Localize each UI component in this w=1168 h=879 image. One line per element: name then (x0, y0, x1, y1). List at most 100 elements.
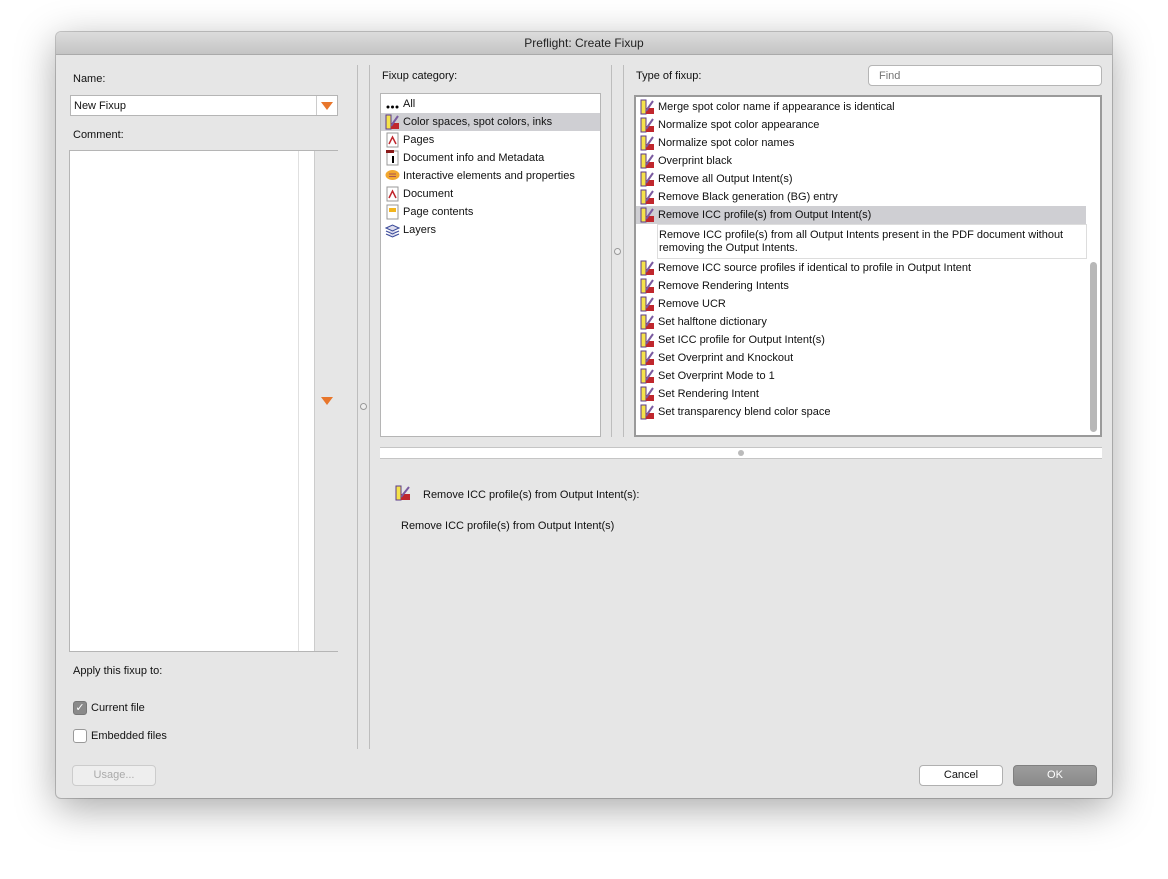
category-item-label: Document (403, 188, 454, 200)
category-item-label: Page contents (403, 206, 474, 218)
pdf-icon (385, 132, 400, 148)
category-item[interactable]: Layers (381, 221, 600, 239)
fixup-type-label: Set transparency blend color space (658, 406, 831, 418)
category-item-label: Layers (403, 224, 437, 236)
comment-label: Comment: (73, 129, 124, 141)
category-item[interactable]: Page contents (381, 203, 600, 221)
usage-button[interactable]: Usage... (72, 765, 156, 786)
fixup-type-label: Remove ICC profile(s) from Output Intent… (658, 209, 872, 221)
category-item-label: Interactive elements and properties (403, 170, 575, 182)
dialog-title: Preflight: Create Fixup (56, 32, 1112, 55)
color-fixup-icon (395, 485, 410, 501)
fixup-type-label: Set halftone dictionary (658, 316, 767, 328)
color-fixup-icon (640, 153, 655, 169)
fixup-type-item[interactable]: Set ICC profile for Output Intent(s) (636, 331, 1086, 349)
comment-icon (385, 168, 400, 184)
pdf-icon (385, 186, 400, 202)
cancel-button[interactable]: Cancel (919, 765, 1003, 786)
color-fixup-icon (640, 260, 655, 276)
category-item[interactable]: Document info and Metadata (381, 149, 600, 167)
category-item[interactable]: Pages (381, 131, 600, 149)
current-file-checkbox[interactable]: ✓ (73, 701, 87, 715)
fixup-type-item[interactable]: Overprint black (636, 152, 1086, 170)
embedded-files-checkbox[interactable] (73, 729, 87, 743)
fixup-type-item[interactable]: Remove all Output Intent(s) (636, 170, 1086, 188)
fixup-type-item[interactable]: Set Overprint and Knockout (636, 349, 1086, 367)
fixup-type-item[interactable]: Set Overprint Mode to 1 (636, 367, 1086, 385)
category-item-label: Document info and Metadata (403, 152, 545, 164)
fixup-type-label: Remove UCR (658, 298, 726, 310)
fixup-type-label: Set ICC profile for Output Intent(s) (658, 334, 825, 346)
fixup-type-item[interactable]: Set halftone dictionary (636, 313, 1086, 331)
color-fixup-icon (640, 135, 655, 151)
name-label: Name: (73, 73, 106, 85)
color-fixup-icon (640, 278, 655, 294)
scrollbar-thumb[interactable] (1090, 262, 1097, 432)
fixup-type-item[interactable]: Remove Black generation (BG) entry (636, 188, 1086, 206)
category-list[interactable]: All Color spaces, spot colors, inks Pages D… (380, 93, 601, 437)
fixup-type-label: Remove ICC source profiles if identical … (658, 262, 972, 274)
color-icon (385, 114, 400, 130)
fixup-type-label: Merge spot color name if appearance is i… (658, 101, 895, 113)
color-fixup-icon (640, 386, 655, 402)
fixup-type-tooltip: Remove ICC profile(s) from all Output In… (657, 224, 1087, 259)
splitter-handle[interactable] (614, 248, 621, 255)
splitter-dot (738, 450, 744, 456)
dropdown-arrow-icon[interactable] (316, 96, 337, 115)
color-fixup-icon (640, 332, 655, 348)
find-input[interactable] (868, 65, 1102, 86)
fixup-type-item[interactable]: Remove ICC source profiles if identical … (636, 259, 1086, 277)
current-file-label: Current file (91, 702, 145, 714)
type-label: Type of fixup: (636, 70, 702, 82)
splitter-handle[interactable] (360, 403, 367, 410)
info-icon (385, 150, 400, 166)
category-item[interactable]: All (381, 95, 600, 113)
fixup-type-item[interactable]: Merge spot color name if appearance is i… (636, 98, 1086, 116)
color-fixup-icon (640, 404, 655, 420)
category-item-label: Pages (403, 134, 435, 146)
fixup-type-item[interactable]: Set Rendering Intent (636, 385, 1086, 403)
dots-icon (385, 96, 400, 112)
fixup-type-item[interactable]: Remove ICC profile(s) from Output Intent… (636, 206, 1086, 224)
fixup-type-label: Set Rendering Intent (658, 388, 759, 400)
horizontal-splitter[interactable] (380, 447, 1102, 459)
fixup-type-label: Remove Rendering Intents (658, 280, 789, 292)
fixup-type-label: Set Overprint and Knockout (658, 352, 794, 364)
fixup-type-item[interactable]: Set transparency blend color space (636, 403, 1086, 421)
category-item[interactable]: Color spaces, spot colors, inks (381, 113, 600, 131)
fixup-type-item[interactable]: Normalize spot color names (636, 134, 1086, 152)
name-value: New Fixup (74, 99, 126, 112)
fixup-type-item[interactable]: Remove Rendering Intents (636, 277, 1086, 295)
divider (357, 65, 358, 749)
fixup-type-list[interactable]: Merge spot color name if appearance is i… (634, 95, 1102, 437)
color-fixup-icon (640, 368, 655, 384)
category-item[interactable]: Document (381, 185, 600, 203)
category-label: Fixup category: (382, 70, 458, 82)
fixup-type-label: Overprint black (658, 155, 732, 167)
divider (369, 65, 370, 749)
color-fixup-icon (640, 189, 655, 205)
embedded-files-label: Embedded files (91, 730, 167, 742)
comment-textarea[interactable] (69, 150, 338, 652)
color-fixup-icon (640, 296, 655, 312)
fixup-type-label: Remove all Output Intent(s) (658, 173, 793, 185)
category-item[interactable]: Interactive elements and properties (381, 167, 600, 185)
fixup-type-label: Remove Black generation (BG) entry (658, 191, 838, 203)
comment-scrollbar[interactable] (298, 151, 314, 651)
apply-label: Apply this fixup to: (73, 665, 163, 677)
color-fixup-icon (640, 117, 655, 133)
fixup-type-label: Set Overprint Mode to 1 (658, 370, 775, 382)
fixup-type-item[interactable]: Normalize spot color appearance (636, 116, 1086, 134)
color-fixup-icon (640, 99, 655, 115)
fixup-type-item[interactable]: Remove UCR (636, 295, 1086, 313)
color-fixup-icon (640, 314, 655, 330)
category-item-label: Color spaces, spot colors, inks (403, 116, 553, 128)
fixup-type-label: Normalize spot color names (658, 137, 795, 149)
page-contents-icon (385, 204, 400, 220)
category-item-label: All (403, 98, 416, 110)
comment-expand-button[interactable] (314, 151, 338, 651)
color-fixup-icon (640, 207, 655, 223)
ok-button[interactable]: OK (1013, 765, 1097, 786)
name-combo[interactable]: New Fixup (70, 95, 338, 116)
type-list-scrollbar[interactable] (1088, 97, 1100, 435)
